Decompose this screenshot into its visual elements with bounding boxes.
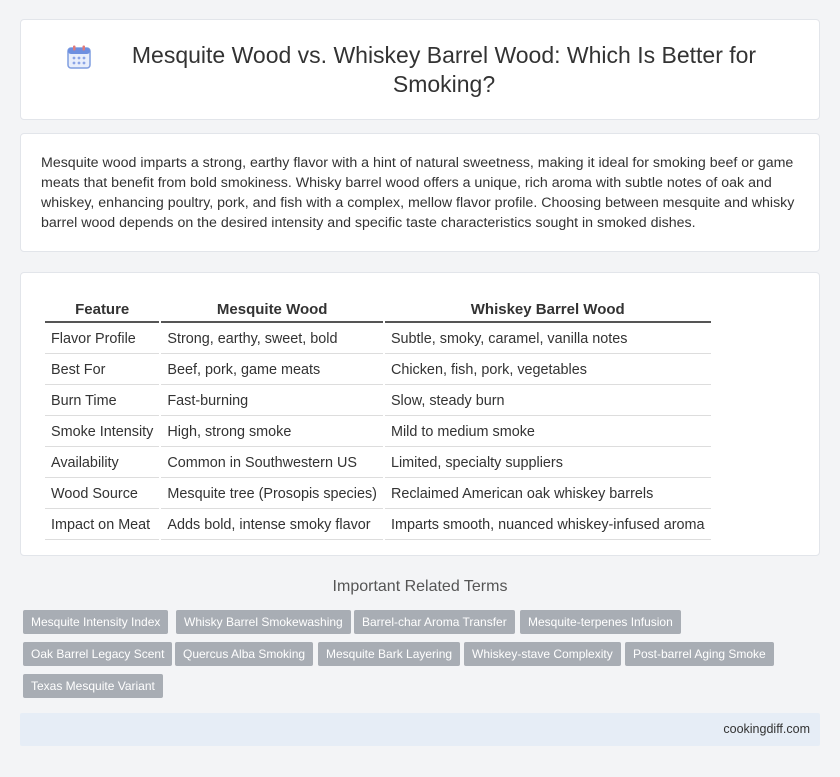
cell-mesquite: Strong, earthy, sweet, bold bbox=[161, 325, 383, 354]
intro-paragraph: Mesquite wood imparts a strong, earthy f… bbox=[41, 155, 795, 231]
footer-site-link[interactable]: cookingdiff.com bbox=[723, 722, 810, 736]
table-row: Burn Time Fast-burning Slow, steady burn bbox=[45, 387, 711, 416]
table-row: Impact on Meat Adds bold, intense smoky … bbox=[45, 511, 711, 540]
related-terms-title: Important Related Terms bbox=[332, 578, 508, 595]
cell-whiskey: Reclaimed American oak whiskey barrels bbox=[384, 480, 711, 509]
intro-card: Mesquite wood imparts a strong, earthy f… bbox=[20, 133, 820, 252]
header-card: Mesquite Wood vs. Whiskey Barrel Wood: W… bbox=[20, 19, 820, 120]
tag-mesquite-terpenes-infusion[interactable]: Mesquite-terpenes Infusion bbox=[520, 610, 681, 634]
cell-whiskey: Mild to medium smoke bbox=[384, 418, 711, 447]
comparison-card: Feature Mesquite Wood Whiskey Barrel Woo… bbox=[20, 272, 820, 556]
cell-mesquite: High, strong smoke bbox=[161, 418, 383, 447]
header-feature: Feature bbox=[45, 297, 160, 323]
cell-feature: Availability bbox=[45, 449, 160, 478]
page-title: Mesquite Wood vs. Whiskey Barrel Wood: W… bbox=[131, 41, 757, 97]
footer-bar: cookingdiff.com bbox=[20, 713, 820, 746]
cell-whiskey: Slow, steady burn bbox=[384, 387, 711, 416]
tag-post-barrel-aging-smoke[interactable]: Post-barrel Aging Smoke bbox=[625, 642, 774, 666]
title-row: Mesquite Wood vs. Whiskey Barrel Wood: W… bbox=[21, 20, 819, 119]
cell-mesquite: Common in Southwestern US bbox=[161, 449, 383, 478]
table-row: Best For Beef, pork, game meats Chicken,… bbox=[45, 356, 711, 385]
cell-mesquite: Mesquite tree (Prosopis species) bbox=[161, 480, 383, 509]
cell-whiskey: Chicken, fish, pork, vegetables bbox=[384, 356, 711, 385]
table-row: Smoke Intensity High, strong smoke Mild … bbox=[45, 418, 711, 447]
cell-feature: Wood Source bbox=[45, 480, 160, 509]
cell-mesquite: Fast-burning bbox=[161, 387, 383, 416]
tag-mesquite-intensity-index[interactable]: Mesquite Intensity Index bbox=[23, 610, 169, 634]
cell-feature: Impact on Meat bbox=[45, 511, 160, 540]
comparison-table: Feature Mesquite Wood Whiskey Barrel Woo… bbox=[43, 295, 713, 542]
header-whiskey-barrel-wood: Whiskey Barrel Wood bbox=[384, 297, 711, 323]
cell-whiskey: Limited, specialty suppliers bbox=[384, 449, 711, 478]
tag-barrel-char-aroma-transfer[interactable]: Barrel-char Aroma Transfer bbox=[354, 610, 515, 634]
cell-feature: Burn Time bbox=[45, 387, 160, 416]
tag-whisky-barrel-smokewashing[interactable]: Whisky Barrel Smokewashing bbox=[176, 610, 351, 634]
tag-mesquite-bark-layering[interactable]: Mesquite Bark Layering bbox=[318, 642, 461, 666]
tag-oak-barrel-legacy-scent[interactable]: Oak Barrel Legacy Scent bbox=[23, 642, 173, 666]
header-mesquite-wood: Mesquite Wood bbox=[161, 297, 383, 323]
tag-texas-mesquite-variant[interactable]: Texas Mesquite Variant bbox=[23, 674, 163, 698]
tag-whiskey-stave-complexity[interactable]: Whiskey-stave Complexity bbox=[464, 642, 621, 666]
cell-mesquite: Adds bold, intense smoky flavor bbox=[161, 511, 383, 540]
cell-feature: Flavor Profile bbox=[45, 325, 160, 354]
cell-mesquite: Beef, pork, game meats bbox=[161, 356, 383, 385]
tag-quercus-alba-smoking[interactable]: Quercus Alba Smoking bbox=[175, 642, 314, 666]
cell-whiskey: Subtle, smoky, caramel, vanilla notes bbox=[384, 325, 711, 354]
cell-feature: Smoke Intensity bbox=[45, 418, 160, 447]
table-row: Flavor Profile Strong, earthy, sweet, bo… bbox=[45, 325, 711, 354]
table-row: Wood Source Mesquite tree (Prosopis spec… bbox=[45, 480, 711, 509]
table-header-row: Feature Mesquite Wood Whiskey Barrel Woo… bbox=[45, 297, 711, 323]
cell-feature: Best For bbox=[45, 356, 160, 385]
table-row: Availability Common in Southwestern US L… bbox=[45, 449, 711, 478]
calendar-icon bbox=[67, 45, 91, 69]
cell-whiskey: Imparts smooth, nuanced whiskey-infused … bbox=[384, 511, 711, 540]
